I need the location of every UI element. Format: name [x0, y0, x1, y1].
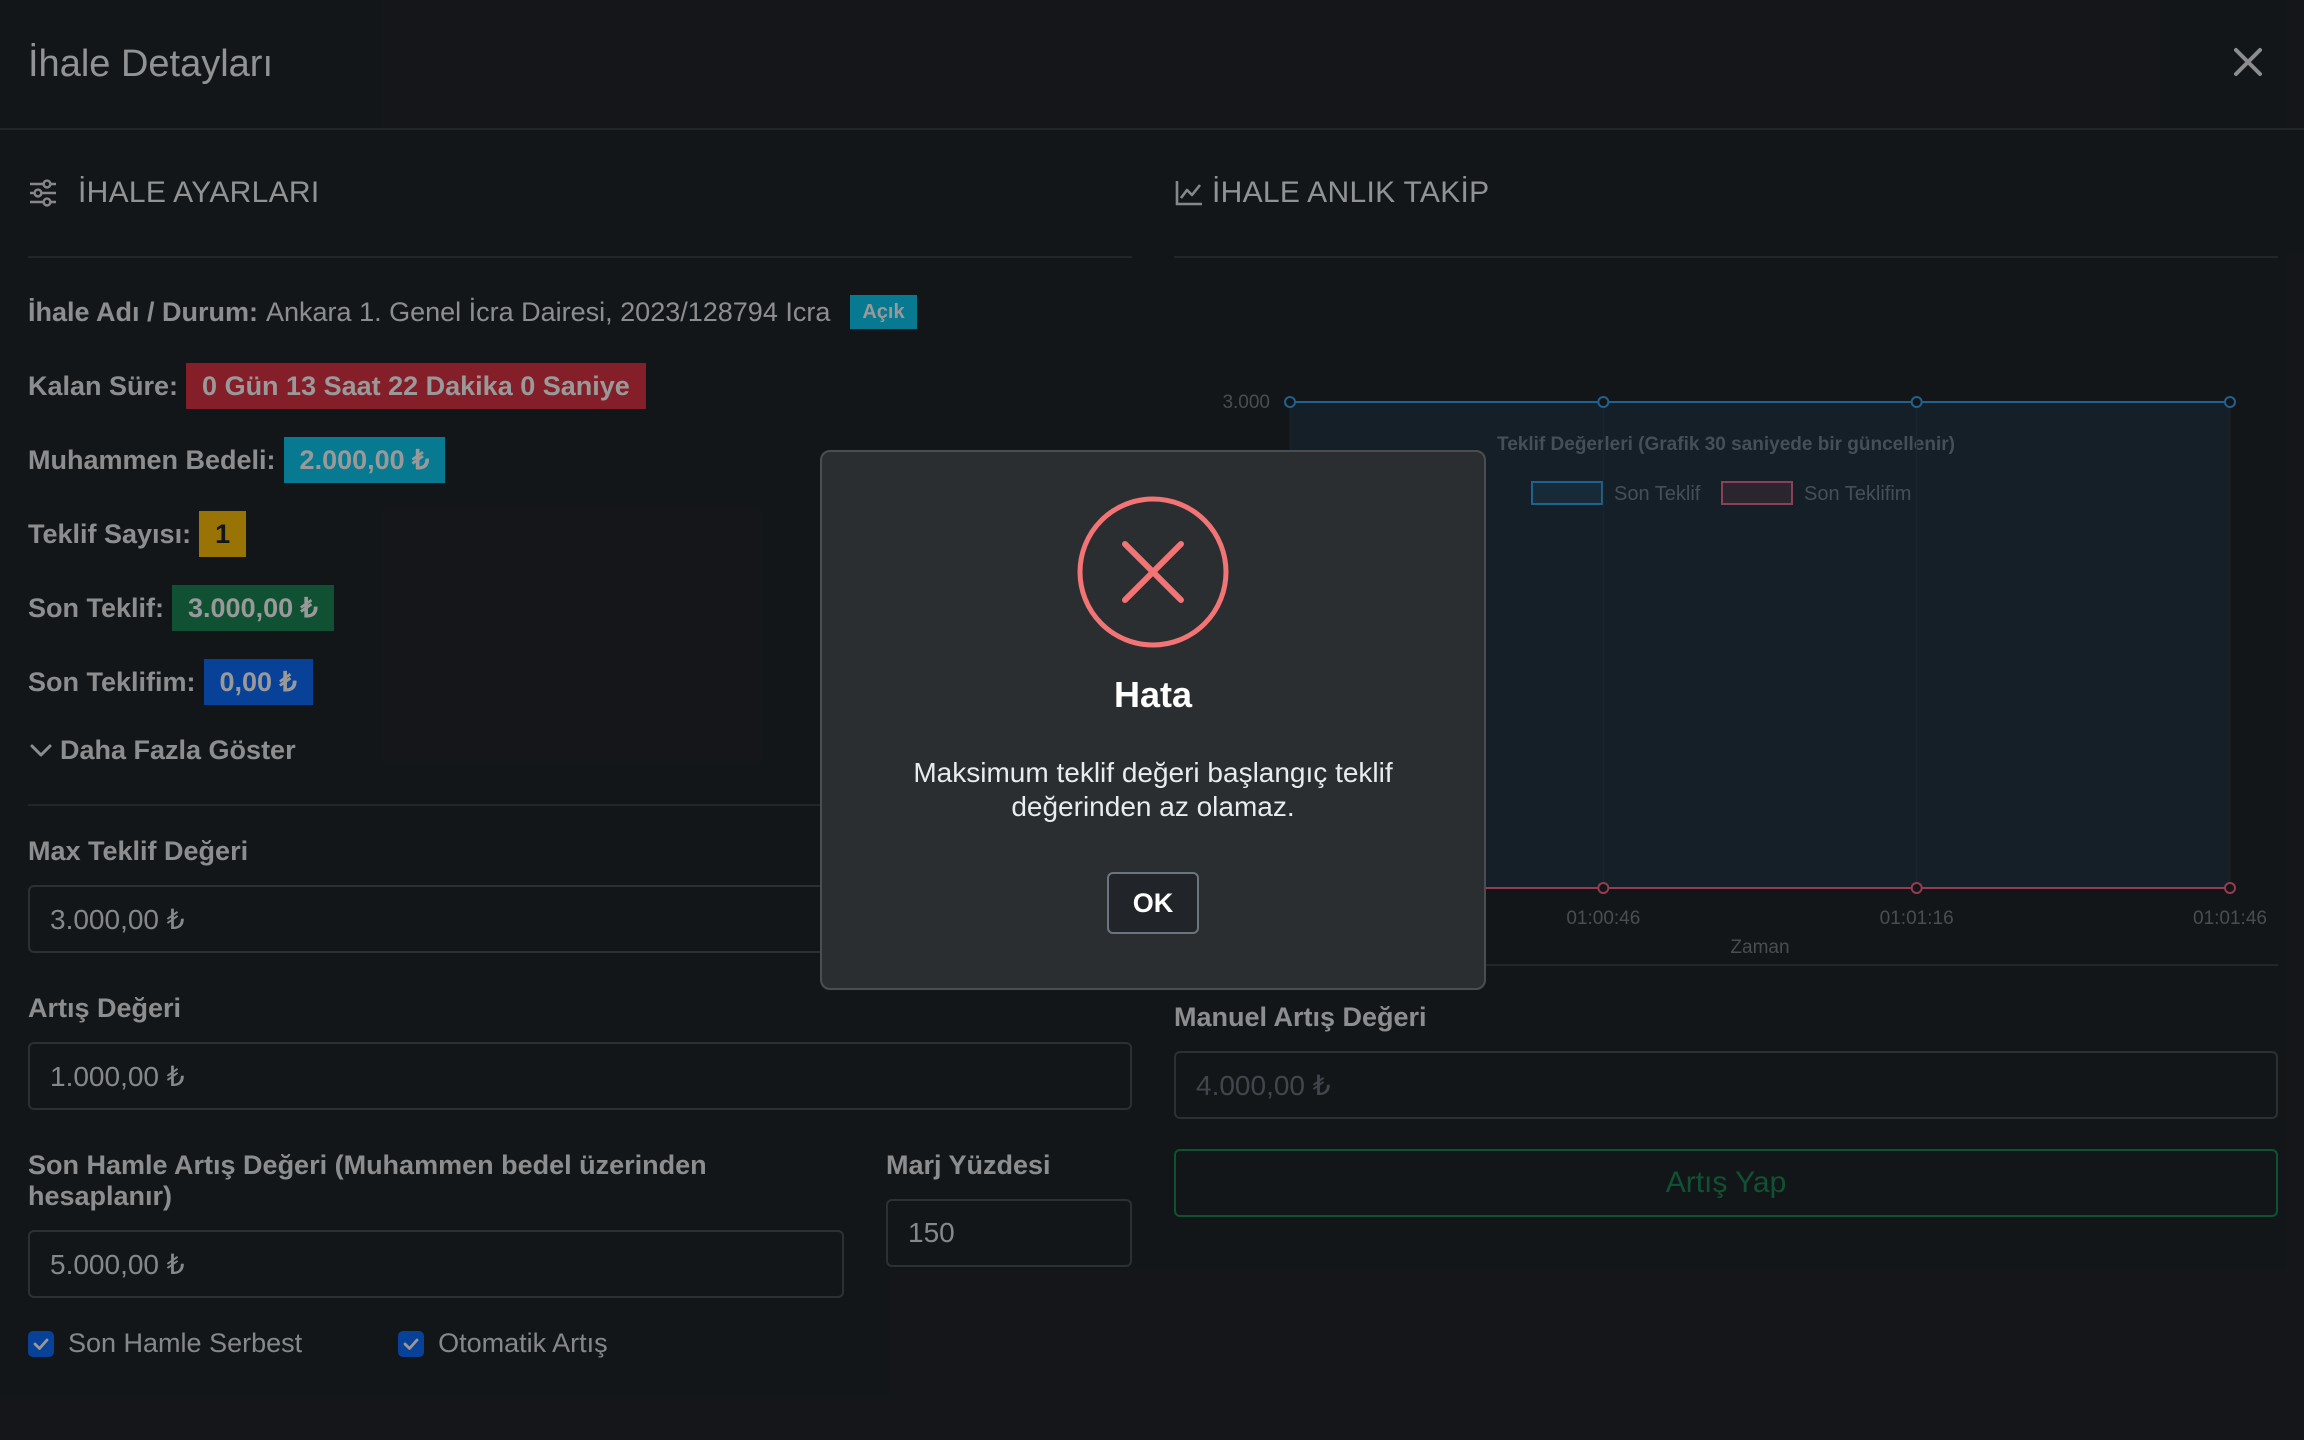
error-dialog: Hata Maksimum teklif değeri başlangıç te…	[820, 450, 1486, 990]
dialog-title: Hata	[1113, 674, 1193, 715]
ok-button[interactable]: OK	[1107, 872, 1199, 934]
error-x-icon	[1077, 496, 1229, 648]
dialog-message: Maksimum teklif değeri başlangıç teklif …	[913, 757, 1393, 822]
